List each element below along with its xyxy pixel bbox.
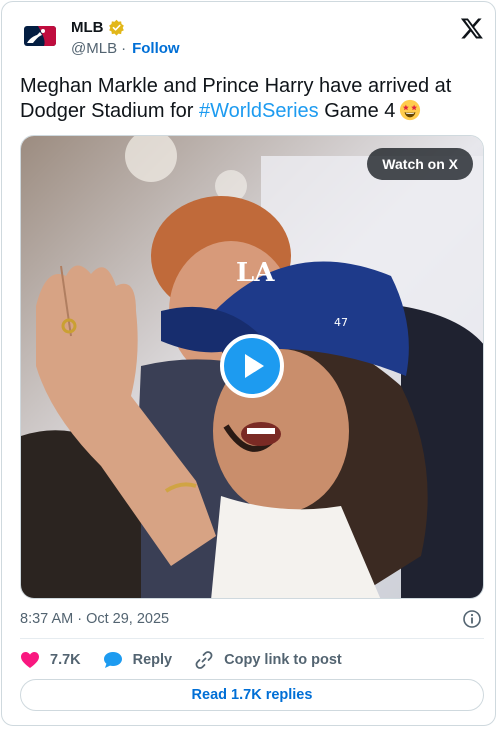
x-logo-icon[interactable] [460, 16, 484, 40]
post-text: Meghan Markle and Prince Harry have arri… [20, 74, 480, 124]
reply-label: Reply [132, 652, 173, 668]
handle[interactable]: @MLB [71, 40, 117, 57]
play-icon[interactable] [220, 334, 284, 398]
timestamp[interactable]: 8:37 AM · Oct 29, 2025 [20, 611, 169, 627]
post-card: MLB @MLB · Follow Meghan Markle and Prin… [1, 1, 496, 726]
like-count: 7.7K [50, 652, 81, 668]
watch-on-x-button[interactable]: Watch on X [367, 148, 473, 180]
info-icon[interactable] [462, 609, 482, 629]
action-bar: 7.7K Reply Copy link to post [20, 649, 364, 671]
separator-dot: · [121, 40, 127, 57]
video-media[interactable]: LA 47 Watch on X [20, 135, 484, 599]
display-name[interactable]: MLB [71, 19, 104, 36]
star-struck-emoji-icon [400, 99, 421, 121]
verified-badge-icon [108, 19, 124, 36]
link-icon [195, 651, 213, 669]
post-text-end: Game 4 [318, 100, 396, 122]
read-replies-button[interactable]: Read 1.7K replies [20, 679, 484, 711]
follow-button[interactable]: Follow [132, 40, 180, 57]
reply-button[interactable]: Reply [103, 651, 173, 669]
like-button[interactable]: 7.7K [20, 651, 81, 669]
account-names: MLB @MLB · Follow [71, 16, 180, 58]
timestamp-row: 8:37 AM · Oct 29, 2025 [20, 609, 482, 629]
heart-icon [21, 652, 39, 668]
cap-side-logo: 47 [334, 316, 348, 329]
hashtag-link[interactable]: #WorldSeries [199, 100, 319, 122]
reply-bubble-icon [103, 652, 122, 668]
copy-link-button[interactable]: Copy link to post [194, 650, 342, 670]
mlb-logo-avatar[interactable] [24, 26, 56, 46]
cap-logo: LA [236, 258, 275, 288]
divider [20, 638, 484, 639]
copy-link-label: Copy link to post [224, 652, 342, 668]
post-header: MLB @MLB · Follow [20, 16, 486, 62]
